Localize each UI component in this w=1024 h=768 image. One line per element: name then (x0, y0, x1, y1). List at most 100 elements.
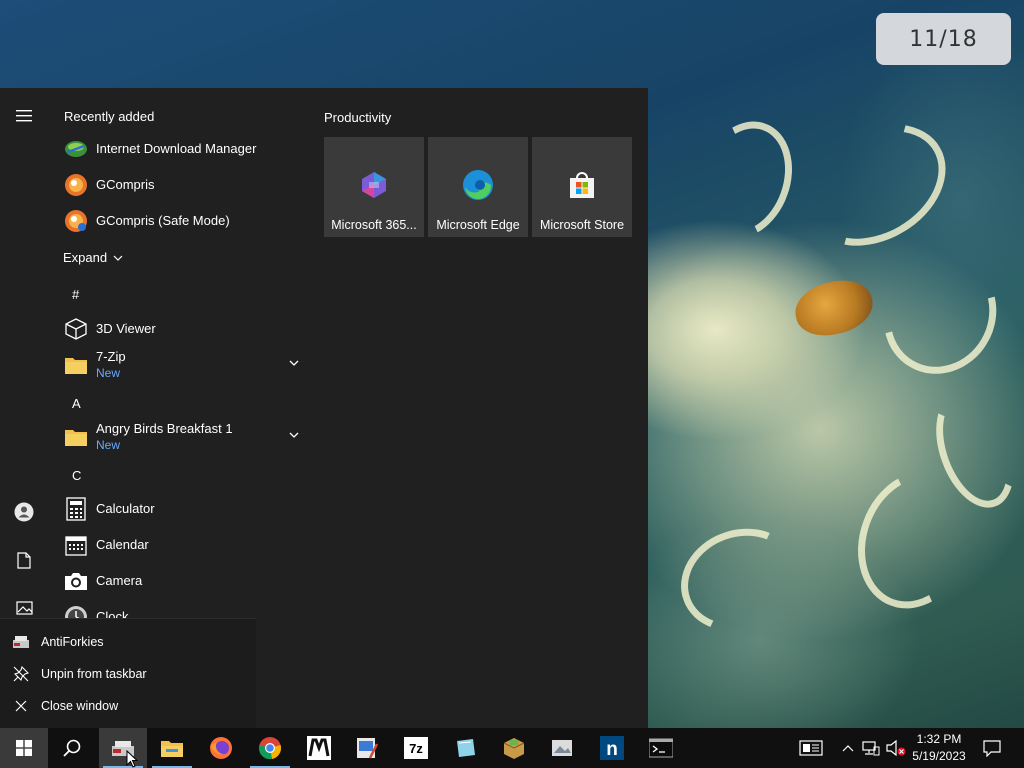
tile-group-title: Productivity (324, 110, 392, 125)
wallpaper-detail (682, 108, 808, 252)
app-calendar[interactable]: Calendar (48, 527, 310, 563)
notifications-button[interactable] (979, 728, 1005, 768)
search-icon (63, 739, 81, 757)
app-3d-viewer[interactable]: 3D Viewer (48, 311, 310, 347)
tile-microsoft-store[interactable]: Microsoft Store (532, 137, 632, 237)
notification-icon (983, 739, 1001, 757)
microsoft-365-icon (358, 169, 390, 201)
app-angry-birds-breakfast[interactable]: Angry Birds Breakfast 1 New (48, 419, 310, 455)
taskbar-app-m[interactable] (295, 728, 343, 768)
svg-text:n: n (606, 739, 618, 760)
show-hidden-icons-button[interactable] (836, 728, 860, 768)
antiforkies-icon (12, 633, 30, 651)
document-icon (17, 551, 31, 569)
group-letter-c[interactable]: C (72, 468, 81, 483)
expand-folder-button[interactable] (286, 427, 302, 443)
network-icon (862, 741, 880, 756)
new-badge: New (96, 438, 121, 452)
jumplist-label: Close window (41, 699, 119, 713)
3d-viewer-icon (64, 317, 88, 341)
network-button[interactable] (859, 728, 883, 768)
app-label: Camera (96, 573, 143, 588)
taskbar-clock[interactable]: 1:32 PM 5/19/2023 (908, 731, 970, 765)
app-gcompris-safe-mode[interactable]: GCompris (Safe Mode) (48, 203, 310, 239)
news-icon (799, 740, 823, 756)
taskbar-app-7zip[interactable]: 7z (392, 728, 440, 768)
chrome-icon (259, 737, 281, 760)
taskbar-app-photo[interactable] (539, 728, 587, 768)
tile-microsoft-edge[interactable]: Microsoft Edge (428, 137, 528, 237)
start-button[interactable] (0, 728, 48, 768)
gcompris-icon (64, 173, 88, 197)
user-icon (14, 502, 34, 522)
package-app-icon (503, 738, 525, 759)
taskbar-app-notepad[interactable] (441, 728, 489, 768)
taskbar-app-paint[interactable] (343, 728, 391, 768)
folder-icon (64, 353, 88, 377)
jumplist-item-unpin[interactable]: Unpin from taskbar (0, 658, 256, 690)
taskbar-app-file-explorer[interactable] (148, 728, 196, 768)
taskbar: 7z n 1:32 PM 5/19/2023 (0, 728, 1024, 768)
volume-muted-icon (886, 740, 906, 756)
paint-app-icon (357, 738, 378, 759)
chevron-down-icon (289, 360, 299, 366)
chevron-down-icon (113, 255, 123, 261)
app-gcompris[interactable]: GCompris (48, 167, 310, 203)
nuget-app-icon: n (600, 736, 624, 760)
documents-button[interactable] (0, 540, 48, 580)
tile-label: Microsoft 365... (331, 218, 417, 232)
group-letter-a[interactable]: A (72, 396, 81, 411)
new-badge: New (96, 366, 121, 380)
camera-icon (64, 569, 88, 593)
unpin-icon (12, 665, 30, 683)
hamburger-menu-button[interactable] (0, 96, 48, 136)
clock-time: 1:32 PM (916, 732, 962, 746)
folder-icon (64, 425, 88, 449)
app-label-group: Angry Birds Breakfast 1 New (96, 421, 233, 453)
idm-icon (64, 137, 88, 161)
taskbar-app-chrome[interactable] (246, 728, 294, 768)
app-internet-download-manager[interactable]: Internet Download Manager (48, 131, 310, 167)
wallpaper-detail (782, 99, 968, 271)
group-letter-hash[interactable]: # (72, 287, 79, 302)
user-account-button[interactable] (0, 492, 48, 532)
firefox-icon (210, 737, 232, 759)
search-button[interactable] (48, 728, 96, 768)
file-explorer-icon (161, 741, 183, 757)
tile-microsoft-365[interactable]: Microsoft 365... (324, 137, 424, 237)
7zip-icon: 7z (404, 737, 428, 759)
app-label: GCompris (96, 177, 155, 192)
photo-app-icon (552, 740, 572, 756)
app-label: Calculator (96, 501, 155, 516)
pictures-icon (15, 601, 33, 615)
expand-button[interactable]: Expand (63, 250, 123, 265)
notepad-app-icon (457, 739, 475, 757)
app-calculator[interactable]: Calculator (48, 491, 310, 527)
app-label: 3D Viewer (96, 321, 156, 336)
app-label: Internet Download Manager (96, 141, 257, 156)
taskbar-app-antiforkies[interactable] (99, 728, 147, 768)
app-camera[interactable]: Camera (48, 563, 310, 599)
gcompris-icon (64, 209, 88, 233)
calculator-icon (64, 497, 88, 521)
taskbar-app-nuget[interactable]: n (588, 728, 636, 768)
taskbar-app-package[interactable] (490, 728, 538, 768)
tiles-area: Productivity Microsoft 365... Microsoft … (322, 88, 648, 728)
tray-news-button[interactable] (798, 728, 824, 768)
tile-label: Microsoft Edge (436, 218, 520, 232)
volume-button[interactable] (884, 728, 908, 768)
tile-label: Microsoft Store (539, 218, 625, 232)
expand-folder-button[interactable] (286, 355, 302, 371)
taskbar-app-terminal[interactable] (637, 728, 685, 768)
close-icon (12, 697, 30, 715)
app-label: 7-Zip (96, 349, 126, 364)
app-label: GCompris (Safe Mode) (96, 213, 230, 228)
jumplist-item-antiforkies[interactable]: AntiForkies (0, 626, 256, 658)
chevron-up-icon (842, 745, 854, 752)
mouse-cursor-icon (126, 750, 138, 768)
jumplist-item-close-window[interactable]: Close window (0, 690, 256, 722)
jumplist-label: Unpin from taskbar (41, 667, 147, 681)
clock-date: 5/19/2023 (912, 749, 966, 763)
taskbar-app-firefox[interactable] (197, 728, 245, 768)
app-7-zip[interactable]: 7-Zip New (48, 347, 310, 383)
